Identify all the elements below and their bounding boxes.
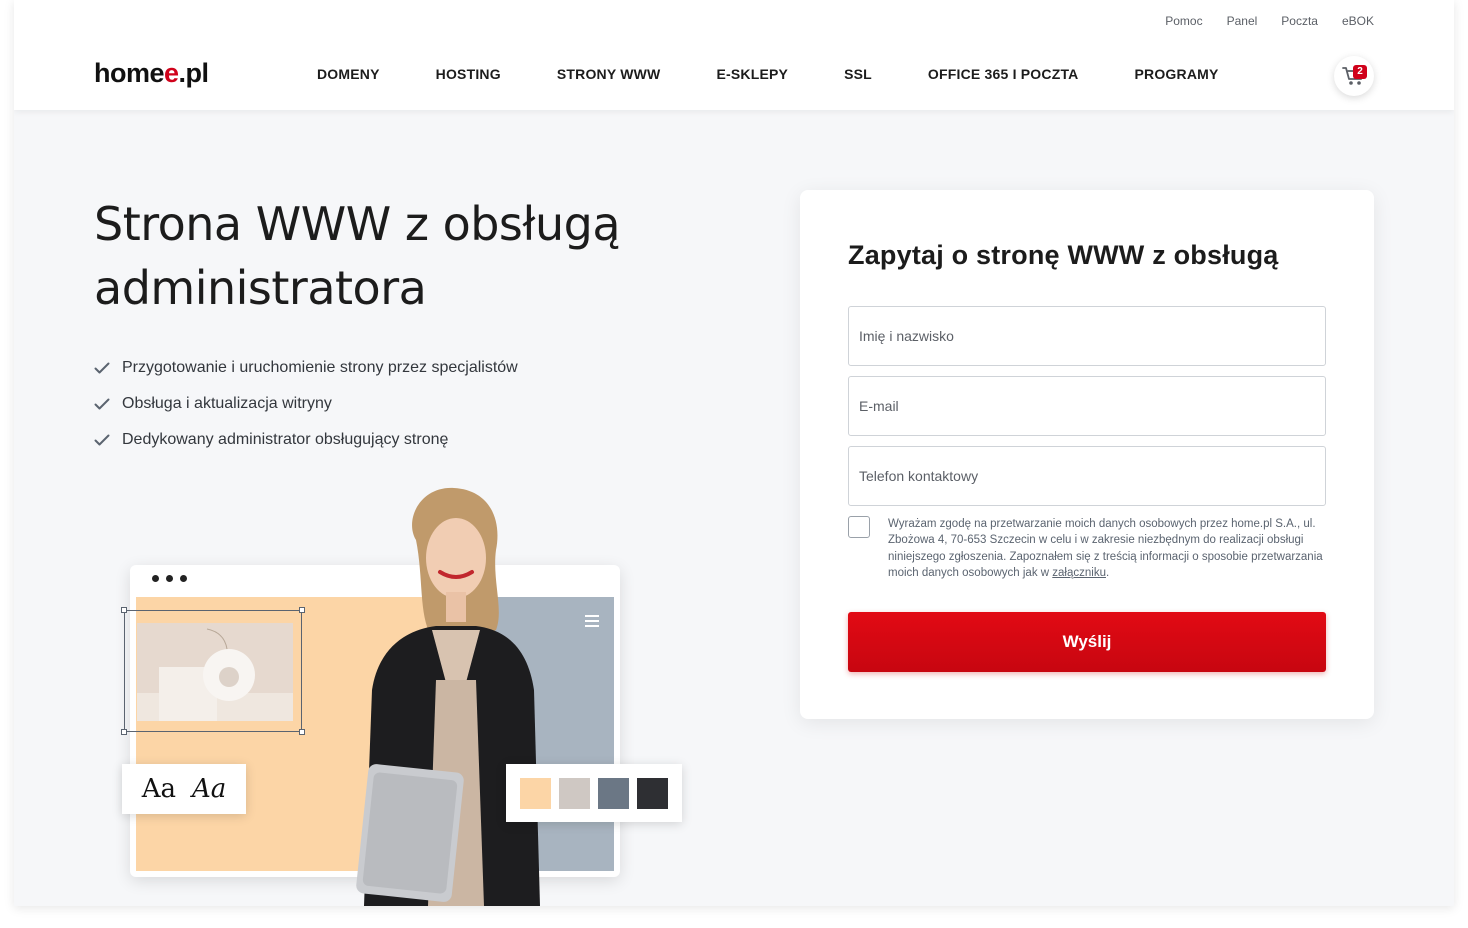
main-nav: DOMENY HOSTING STRONY WWW E-SKLEPY SSL O…: [317, 66, 1219, 82]
hero-illustration: Aa Aa: [104, 480, 684, 906]
consent-text: Wyrażam zgodę na przetwarzanie moich dan…: [888, 516, 1326, 581]
color-swatch: [598, 777, 629, 809]
phone-input[interactable]: [849, 447, 1325, 505]
logo[interactable]: homee.pl: [94, 58, 209, 88]
consent-attachment-link[interactable]: załączniku: [1052, 567, 1106, 579]
nav-item-ssl[interactable]: SSL: [844, 66, 872, 82]
email-field: [848, 376, 1326, 436]
browser-dots: [152, 575, 187, 582]
nav-item-programy[interactable]: PROGRAMY: [1134, 66, 1218, 82]
color-swatch: [520, 777, 551, 809]
logo-tld: .pl: [178, 58, 210, 88]
name-field: [848, 306, 1326, 366]
font-sample-italic: Aa: [192, 774, 227, 804]
logo-accent: e: [164, 58, 179, 88]
logo-text: home: [94, 58, 165, 88]
feature-item: Przygotowanie i uruchomienie strony prze…: [94, 350, 518, 386]
color-palette-card: [506, 764, 682, 822]
form-title: Zapytaj o stronę WWW z obsługą: [848, 240, 1279, 270]
nav-item-hosting[interactable]: HOSTING: [436, 66, 501, 82]
consent-row: Wyrażam zgodę na przetwarzanie moich dan…: [848, 516, 1326, 581]
woman-with-laptop-image: [356, 487, 540, 906]
feature-list: Przygotowanie i uruchomienie strony prze…: [94, 350, 518, 458]
contact-form-card: Zapytaj o stronę WWW z obsługą Wyrażam z…: [800, 190, 1374, 719]
check-icon: [94, 398, 110, 410]
nav-item-domeny[interactable]: DOMENY: [317, 66, 380, 82]
nav-item-office-365[interactable]: OFFICE 365 I POCZTA: [928, 66, 1079, 82]
cart-button[interactable]: 2: [1334, 56, 1374, 96]
consent-end: .: [1105, 566, 1110, 579]
site-header: Pomoc Panel Poczta eBOK homee.pl DOMENY …: [14, 0, 1454, 110]
page: Pomoc Panel Poczta eBOK homee.pl DOMENY …: [14, 0, 1454, 906]
feature-text: Dedykowany administrator obsługujący str…: [122, 431, 449, 448]
vase-photo: [137, 623, 293, 721]
font-sample-regular: Aa: [141, 774, 176, 804]
utility-link-panel[interactable]: Panel: [1227, 14, 1258, 28]
color-swatch: [559, 777, 590, 809]
submit-button[interactable]: Wyślij: [848, 612, 1326, 672]
check-icon: [94, 362, 110, 374]
utility-link-pomoc[interactable]: Pomoc: [1165, 14, 1202, 28]
font-sample-card: Aa Aa: [122, 764, 246, 814]
nav-item-e-sklepy[interactable]: E-SKLEPY: [716, 66, 788, 82]
nav-item-strony-www[interactable]: STRONY WWW: [557, 66, 661, 82]
image-selection-frame: [121, 607, 305, 735]
utility-link-ebok[interactable]: eBOK: [1342, 14, 1374, 28]
phone-field: [848, 446, 1326, 506]
color-swatch: [637, 777, 668, 809]
hamburger-icon: [585, 615, 599, 630]
email-input[interactable]: [849, 377, 1325, 435]
utility-nav: Pomoc Panel Poczta eBOK: [1165, 14, 1374, 28]
feature-item: Dedykowany administrator obsługujący str…: [94, 422, 518, 458]
name-input[interactable]: [849, 307, 1325, 365]
feature-text: Przygotowanie i uruchomienie strony prze…: [122, 359, 518, 376]
page-title: Strona WWW z obsługą administratora: [94, 197, 621, 315]
cart-count-badge: 2: [1353, 65, 1367, 79]
feature-item: Obsługa i aktualizacja witryny: [94, 386, 518, 422]
consent-checkbox[interactable]: [848, 516, 870, 538]
feature-text: Obsługa i aktualizacja witryny: [122, 395, 332, 412]
utility-link-poczta[interactable]: Poczta: [1281, 14, 1318, 28]
check-icon: [94, 434, 110, 446]
